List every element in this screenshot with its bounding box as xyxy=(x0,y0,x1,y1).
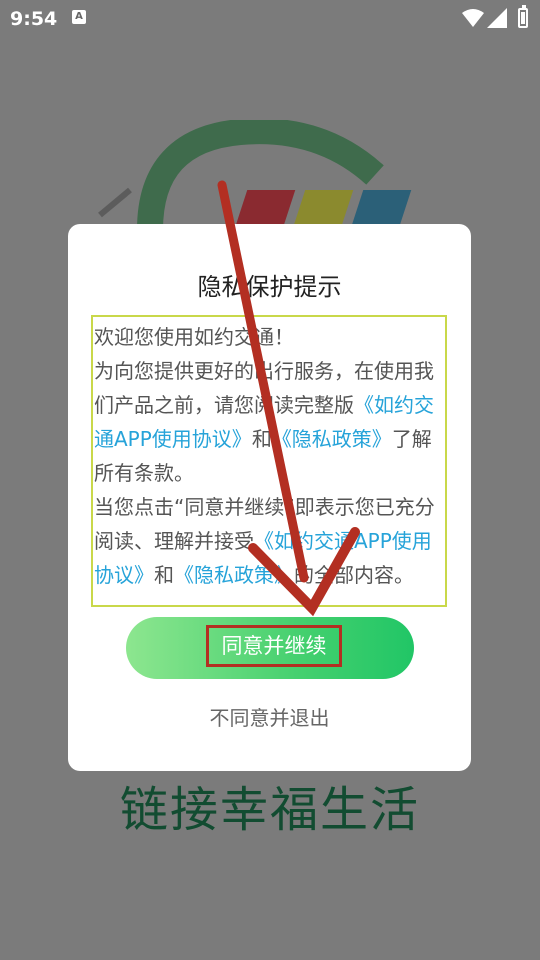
slogan: 链接幸福生活 xyxy=(119,782,420,838)
status-bar: 9:54 A xyxy=(0,0,540,38)
privacy-policy-link[interactable]: 《隐私政策》 xyxy=(272,427,392,451)
full-content-text: 的全部内容。 xyxy=(294,563,414,587)
agree-continue-button[interactable]: 同意并继续 xyxy=(126,617,414,679)
agree-button-label: 同意并继续 xyxy=(206,625,342,667)
privacy-content: 欢迎您使用如约交通！ 为向您提供更好的出行服务，在使用我们产品之前，请您阅读完整… xyxy=(91,315,447,607)
signal-icon xyxy=(487,8,507,28)
and-text: 和 xyxy=(251,427,272,451)
app-logo xyxy=(98,120,412,230)
dialog-title: 隐私保护提示 xyxy=(197,273,342,301)
privacy-policy-link-2[interactable]: 《隐私政策》 xyxy=(174,563,294,587)
welcome-text: 欢迎您使用如约交通！ xyxy=(94,325,294,349)
status-time: 9:54 xyxy=(10,8,58,30)
font-a-icon: A xyxy=(72,10,86,24)
privacy-dialog: 隐私保护提示 欢迎您使用如约交通！ 为向您提供更好的出行服务，在使用我们产品之前… xyxy=(68,224,471,771)
battery-icon xyxy=(518,5,528,28)
and-text-2: 和 xyxy=(154,563,174,587)
disagree-exit-button[interactable]: 不同意并退出 xyxy=(68,702,471,731)
wifi-icon xyxy=(462,9,484,27)
